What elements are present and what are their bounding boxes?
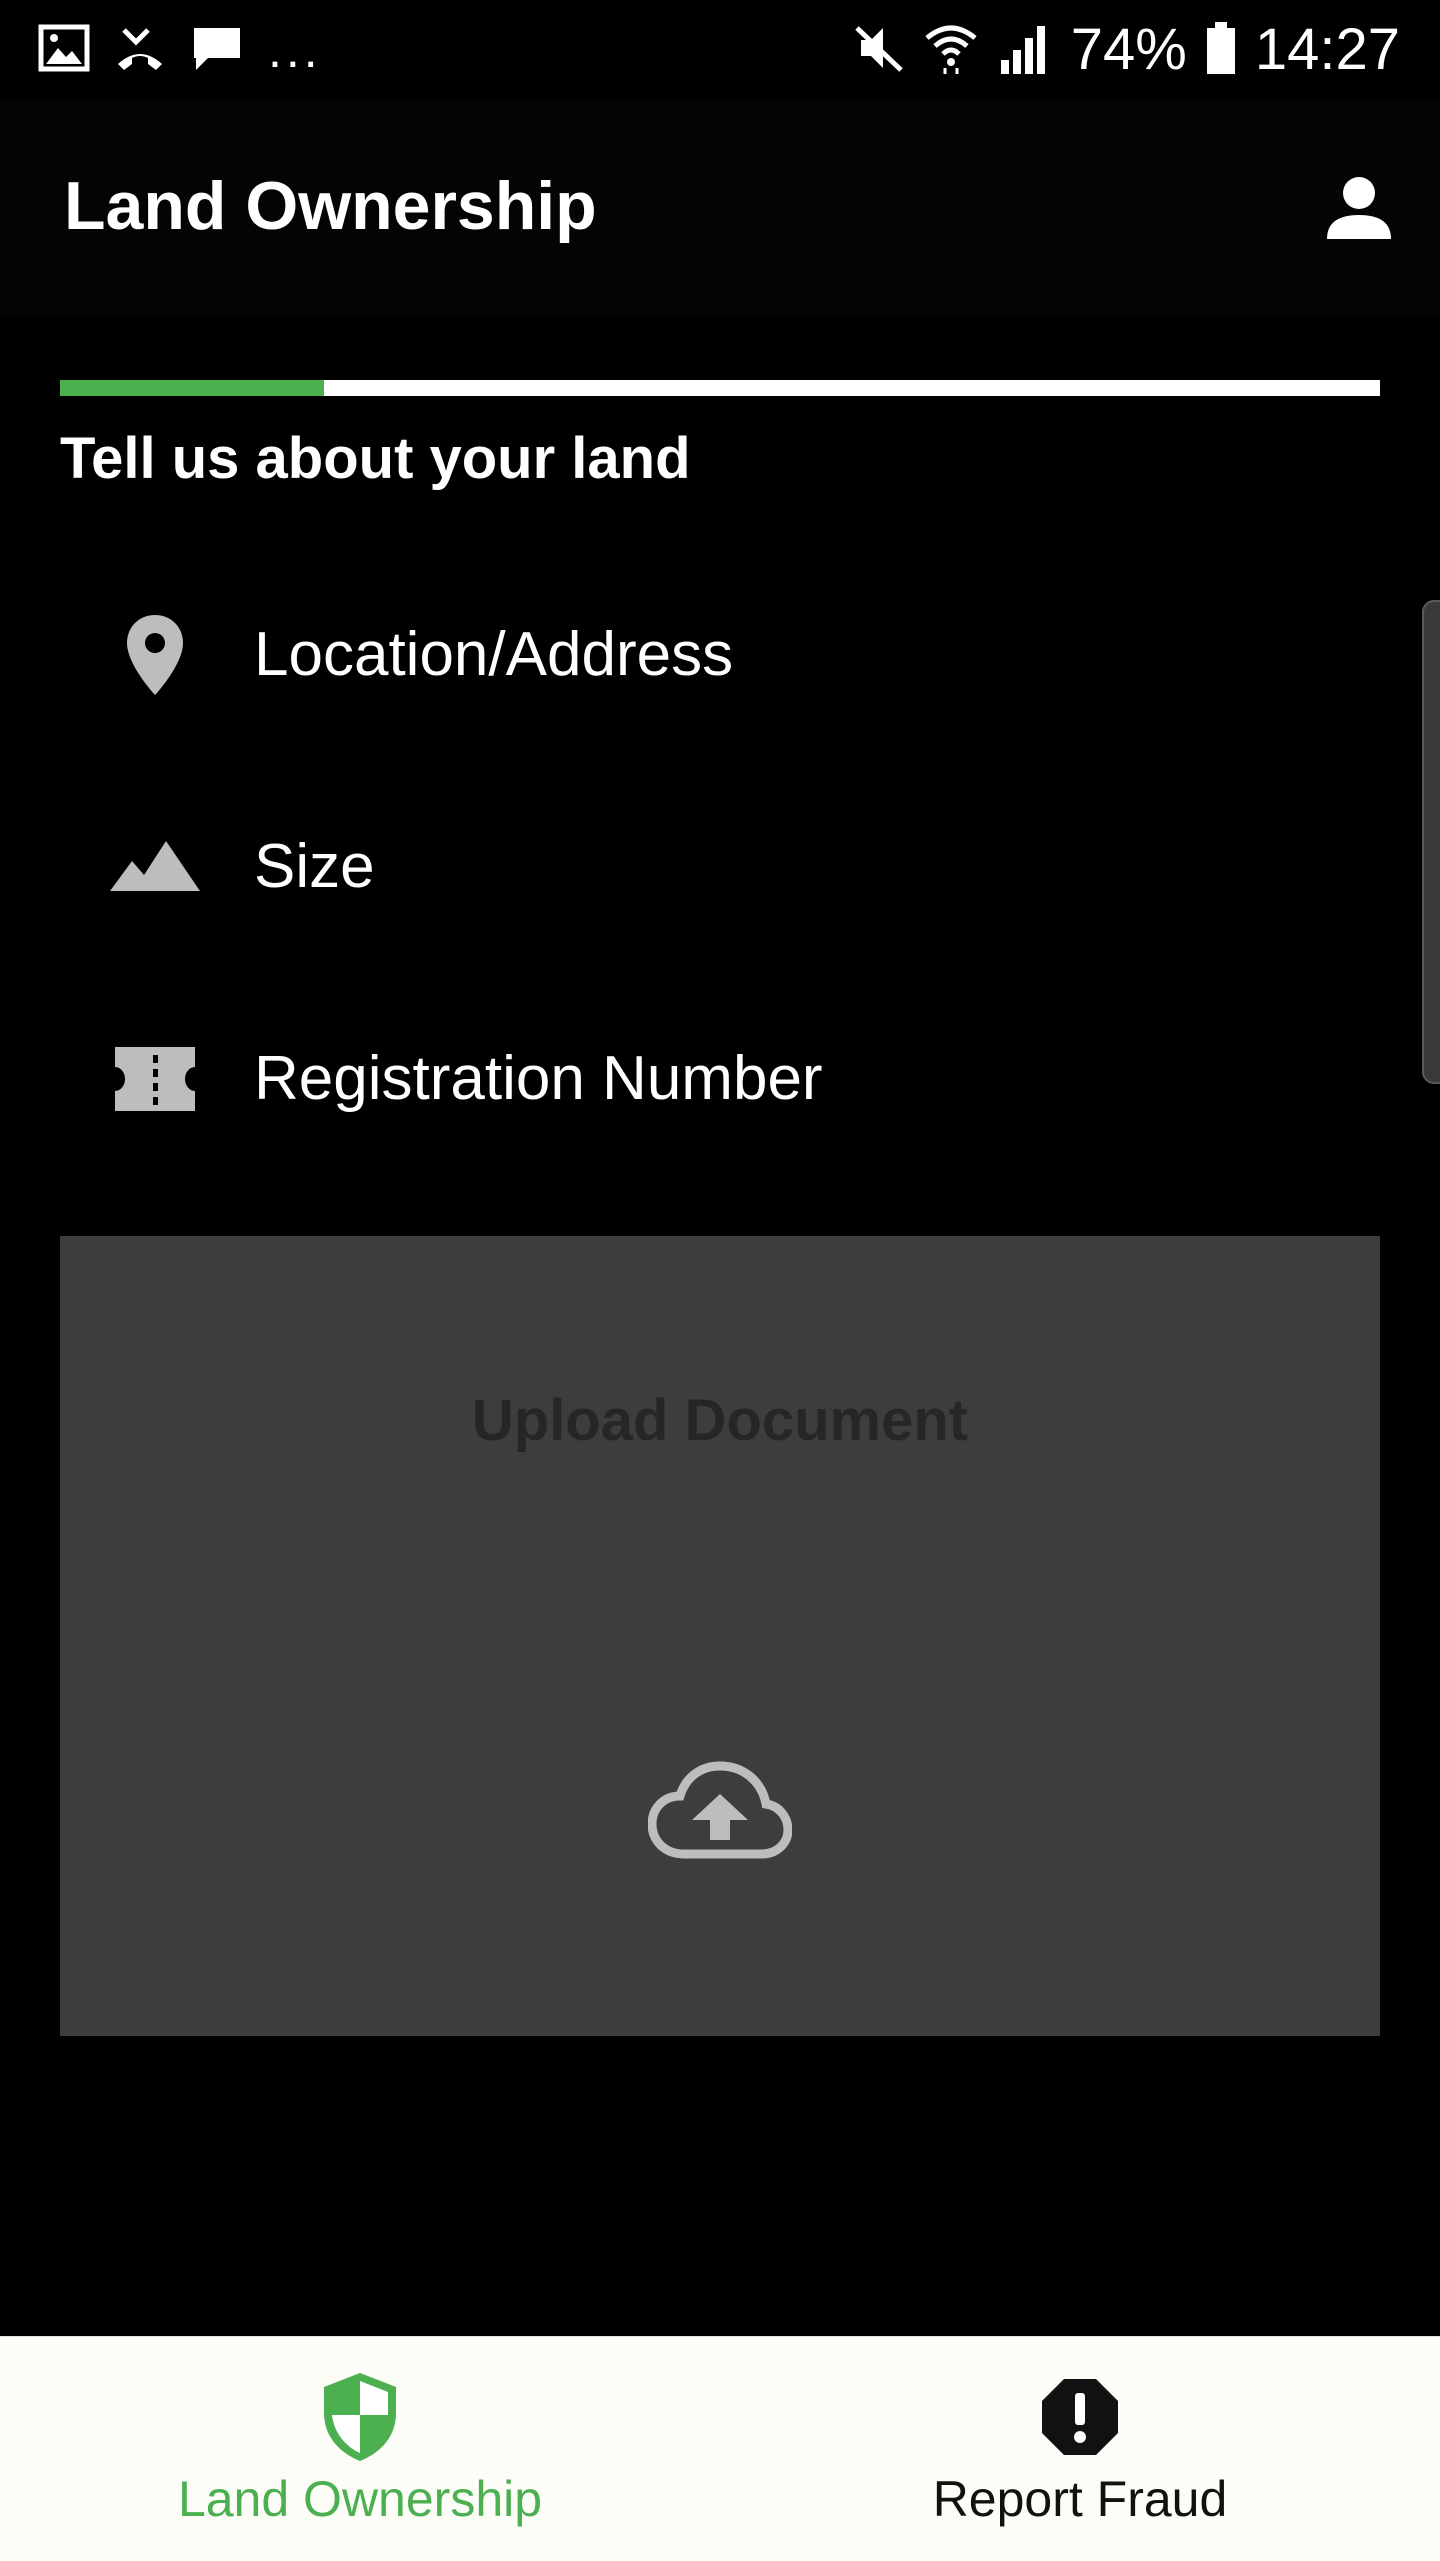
progress-fill	[60, 380, 324, 396]
nav-item-land-ownership[interactable]: Land Ownership	[0, 2337, 720, 2561]
missed-call-icon	[114, 24, 166, 77]
location-pin-icon	[90, 595, 220, 715]
cloud-upload-icon[interactable]	[647, 1760, 793, 1880]
bottom-navigation: Land Ownership Report Fraud	[0, 2336, 1440, 2561]
person-icon	[1325, 173, 1393, 246]
nav-label-land-ownership: Land Ownership	[177, 2471, 543, 2527]
registration-number-label: Registration Number	[254, 1044, 823, 1113]
ticket-icon	[90, 1019, 220, 1139]
profile-button[interactable]	[1282, 132, 1436, 286]
signal-icon	[997, 20, 1053, 81]
size-label: Size	[254, 832, 375, 901]
upload-document-card[interactable]: Upload Document	[60, 1236, 1380, 2036]
shield-icon	[320, 2371, 400, 2463]
location-address-label: Location/Address	[254, 620, 734, 689]
scrollbar-thumb[interactable]	[1422, 600, 1440, 1084]
overflow-notifications: ...	[268, 22, 322, 78]
mute-icon	[853, 22, 905, 79]
nav-label-report-fraud: Report Fraud	[932, 2471, 1228, 2527]
terrain-icon	[90, 807, 220, 927]
section-heading: Tell us about your land	[60, 426, 691, 491]
registration-number-field[interactable]: Registration Number	[90, 1004, 1380, 1154]
page-title: Land Ownership	[64, 168, 597, 244]
upload-document-title: Upload Document	[471, 1388, 969, 1453]
nav-item-report-fraud[interactable]: Report Fraud	[720, 2337, 1440, 2561]
message-icon	[190, 24, 244, 77]
progress-bar	[60, 380, 1380, 396]
battery-icon	[1205, 20, 1237, 81]
clock: 14:27	[1254, 17, 1400, 82]
location-address-field[interactable]: Location/Address	[90, 580, 1380, 730]
image-icon	[38, 24, 90, 77]
status-bar: ... 74% 14:27	[0, 0, 1440, 100]
size-field[interactable]: Size	[90, 792, 1380, 942]
battery-percent: 74%	[1070, 17, 1187, 82]
wifi-icon	[923, 20, 979, 81]
alert-octagon-icon	[1040, 2371, 1120, 2463]
